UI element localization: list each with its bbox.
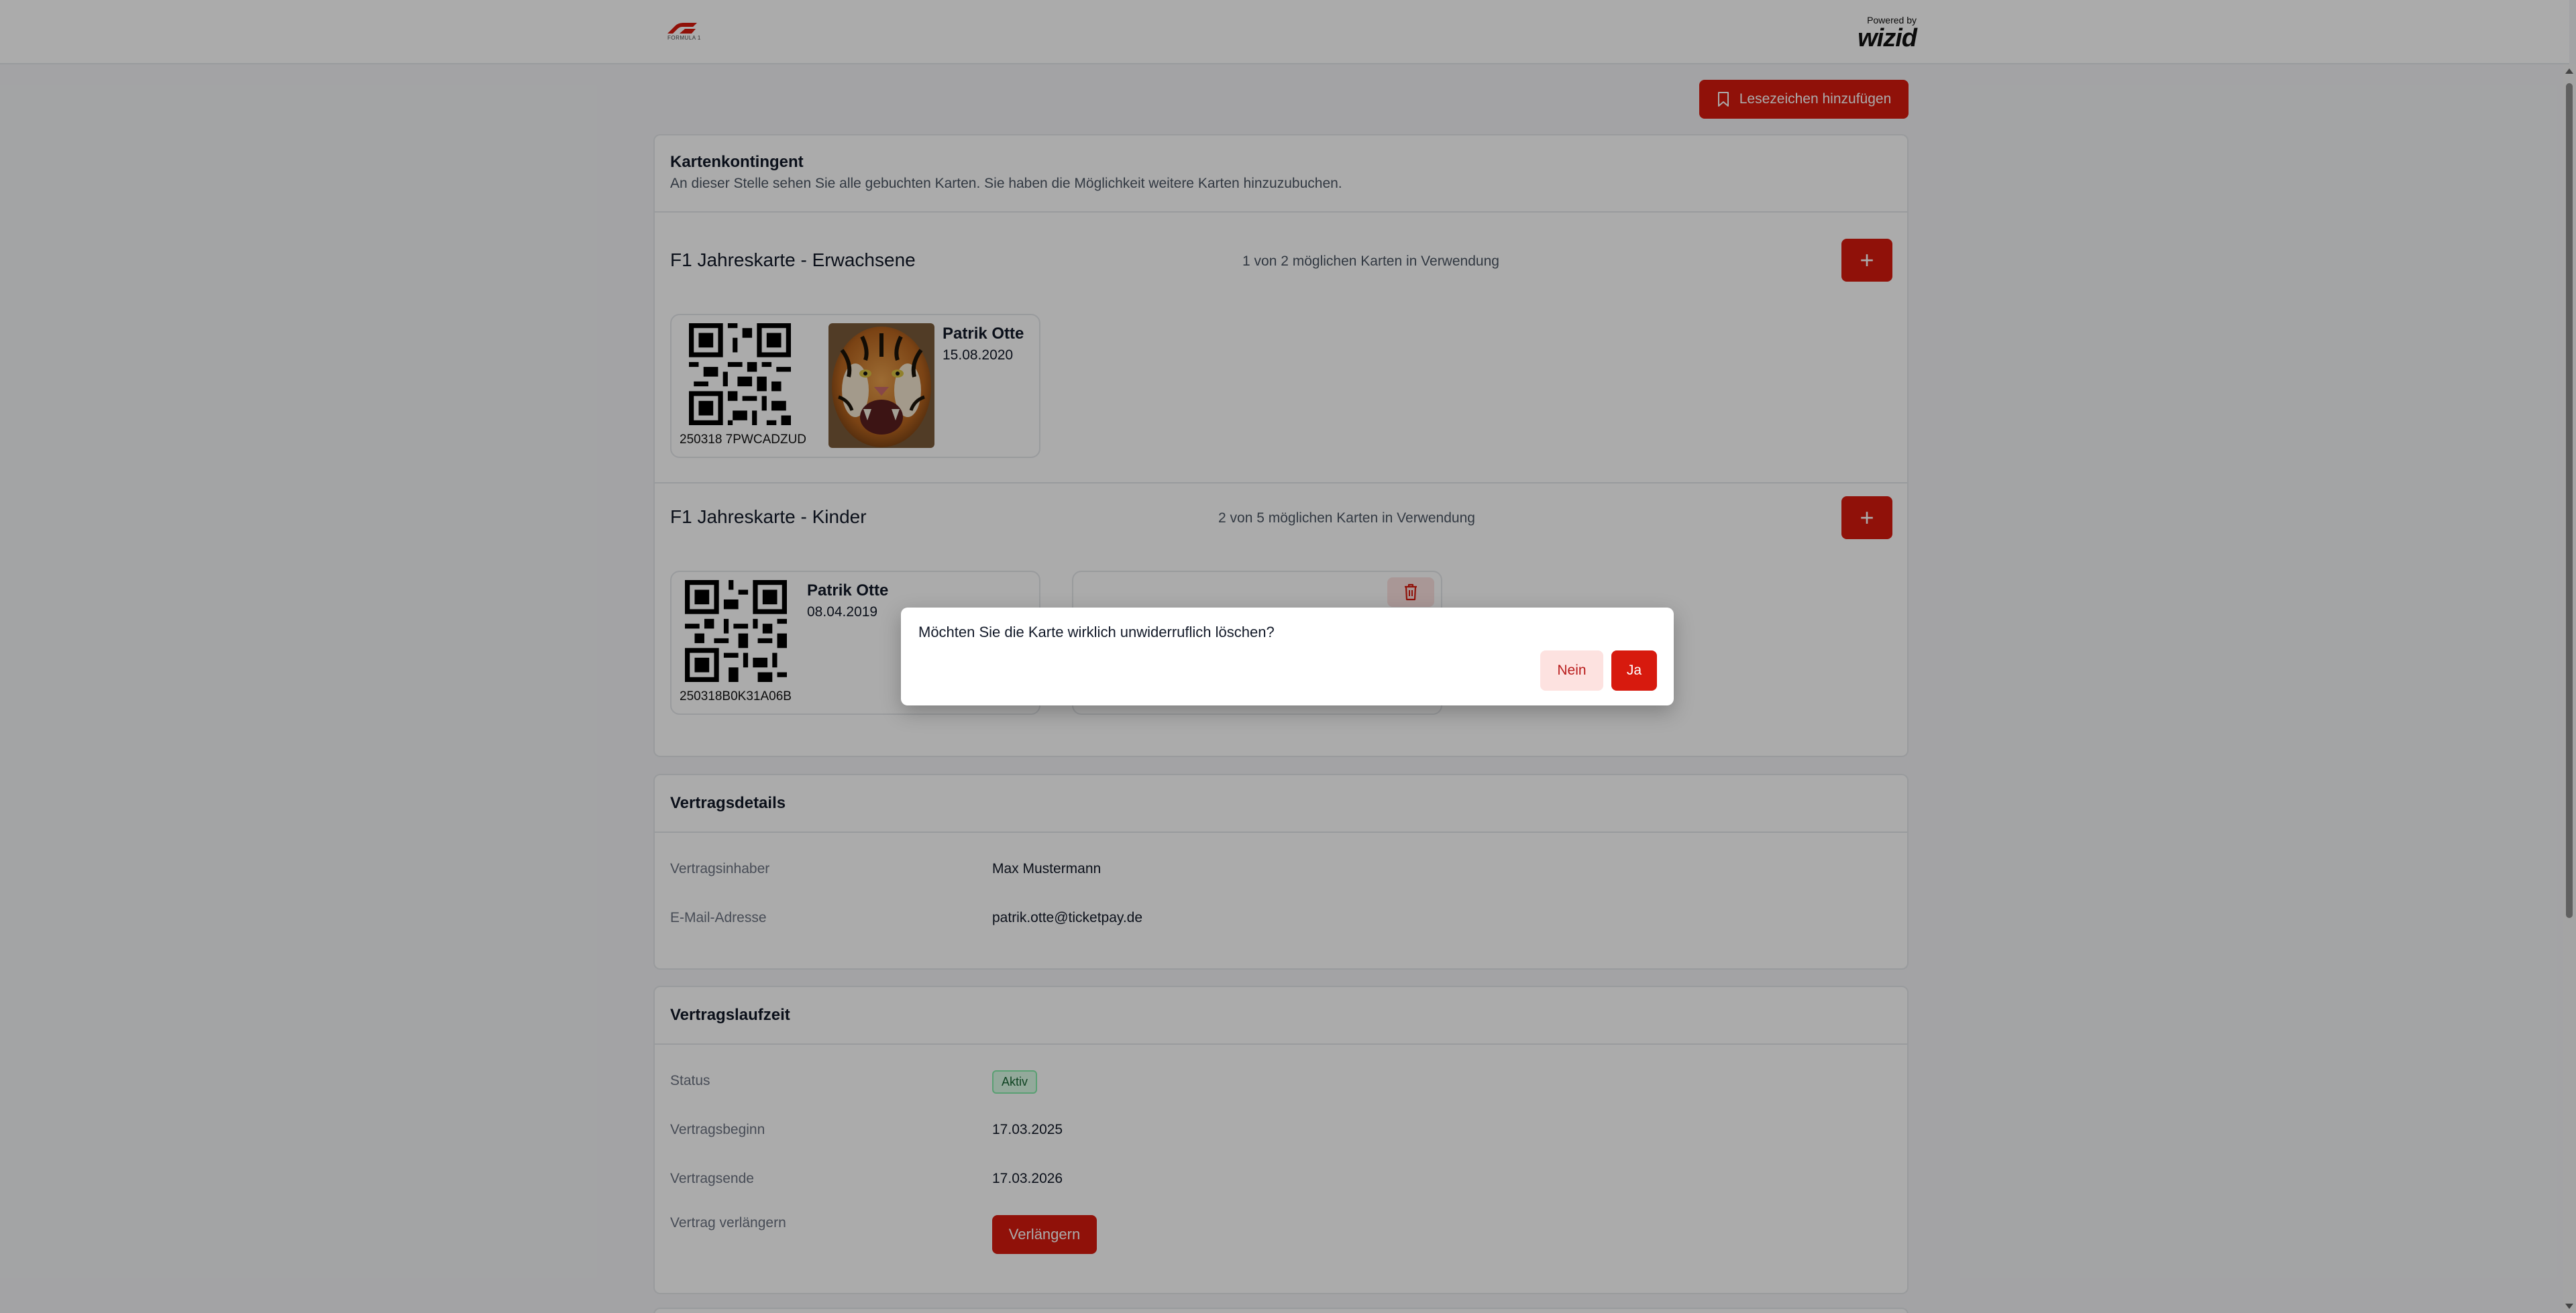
dialog-yes-button[interactable]: Ja [1611, 650, 1657, 691]
delete-confirm-dialog: Möchten Sie die Karte wirklich unwiderru… [901, 608, 1674, 705]
modal-overlay[interactable]: Möchten Sie die Karte wirklich unwiderru… [0, 0, 2576, 1313]
dialog-message: Möchten Sie die Karte wirklich unwiderru… [918, 624, 1275, 640]
dialog-no-button[interactable]: Nein [1540, 650, 1603, 691]
